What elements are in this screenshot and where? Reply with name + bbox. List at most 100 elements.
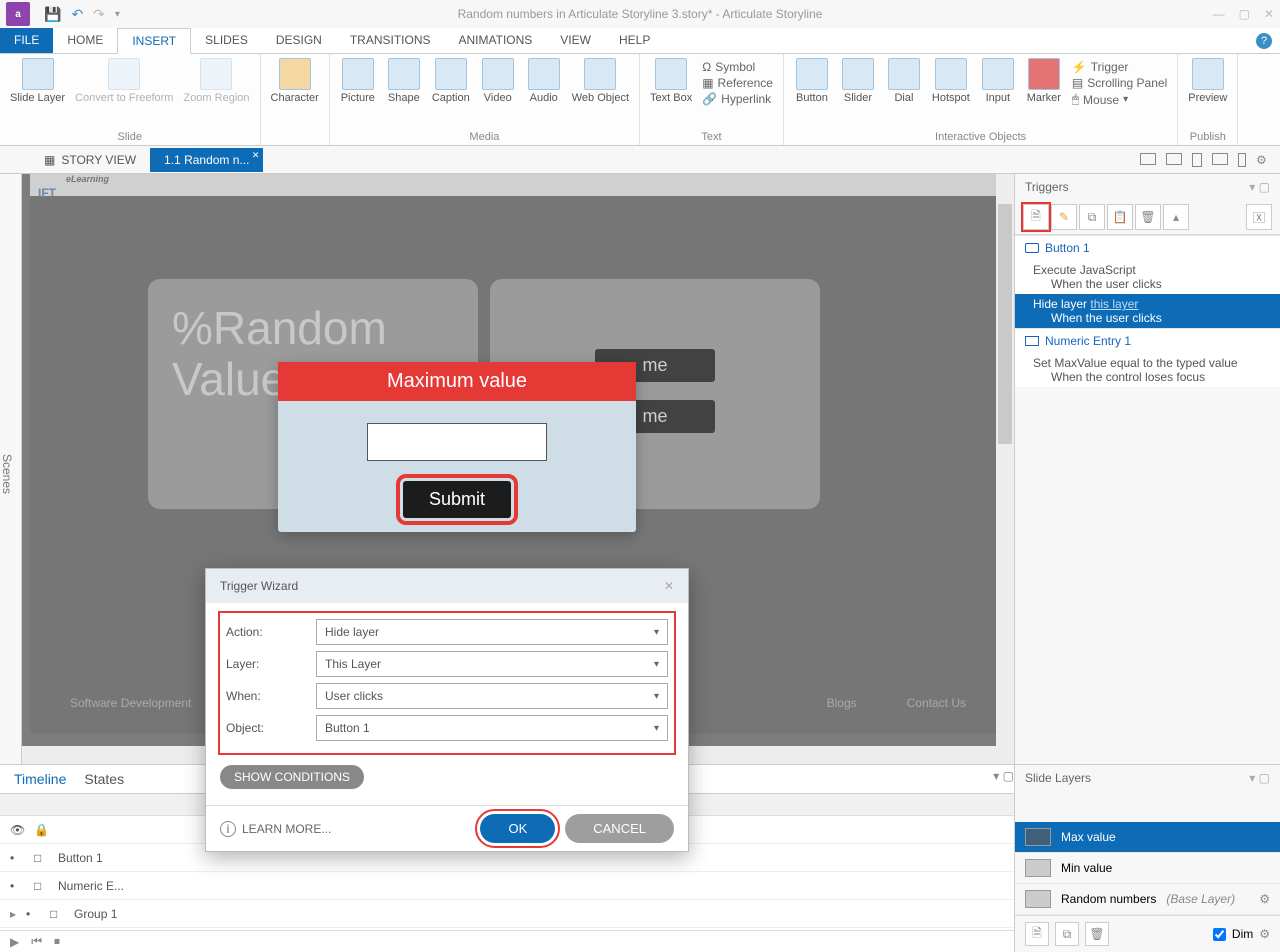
slide-tab[interactable]: 1.1 Random n...✕ xyxy=(150,148,263,172)
maximize-button[interactable]: ▢ xyxy=(1239,7,1250,21)
button-button[interactable]: Button xyxy=(790,56,834,111)
hotspot-button[interactable]: Hotspot xyxy=(928,56,974,111)
preview-button[interactable]: Preview xyxy=(1184,56,1231,106)
save-icon[interactable]: 💾 xyxy=(44,6,61,23)
mouse-button[interactable]: 🖱Mouse▾ xyxy=(1072,92,1167,107)
panel-menu-icon[interactable]: ▾ ▢ xyxy=(1249,180,1270,194)
eye-icon[interactable]: 👁 xyxy=(10,823,24,837)
transitions-tab[interactable]: TRANSITIONS xyxy=(336,28,445,53)
design-tab[interactable]: DESIGN xyxy=(262,28,336,53)
max-value-input[interactable] xyxy=(367,423,547,461)
layer-row-max[interactable]: Max value xyxy=(1015,822,1280,853)
gear-icon[interactable]: ⚙ xyxy=(1259,892,1270,906)
insert-tab[interactable]: INSERT xyxy=(117,28,191,54)
trigger-item[interactable]: Execute JavaScriptWhen the user clicks xyxy=(1015,260,1280,294)
this-layer-link[interactable]: this layer xyxy=(1090,297,1138,311)
timeline-row[interactable]: ▸•□Group 1 xyxy=(0,900,1014,928)
scenes-panel-collapsed[interactable]: Scenes xyxy=(0,174,22,764)
story-view-tab[interactable]: ▦STORY VIEW xyxy=(30,148,150,172)
cancel-button[interactable]: CANCEL xyxy=(565,814,674,843)
trigger-item[interactable]: Set MaxValue equal to the typed valueWhe… xyxy=(1015,353,1280,387)
slides-tab[interactable]: SLIDES xyxy=(191,28,262,53)
close-icon[interactable]: ✕ xyxy=(252,150,260,161)
show-conditions-button[interactable]: SHOW CONDITIONS xyxy=(220,765,364,789)
view-desktop-icon[interactable] xyxy=(1140,153,1156,165)
delete-trigger-button[interactable]: 🗑 xyxy=(1135,204,1161,230)
variables-button[interactable]: 🅇 xyxy=(1246,204,1272,230)
duplicate-layer-button[interactable]: ⧉ xyxy=(1055,922,1079,946)
trigger-object-numeric[interactable]: Numeric Entry 1 xyxy=(1015,328,1280,353)
stop-icon[interactable]: ⏹ xyxy=(54,934,60,949)
close-icon[interactable]: ✕ xyxy=(664,579,674,593)
qat-dropdown-icon[interactable]: ▾ xyxy=(115,9,120,20)
copy-trigger-button[interactable]: ⧉ xyxy=(1079,204,1105,230)
timeline-row[interactable]: •□Numeric E... xyxy=(0,872,1014,900)
slide-layer-button[interactable]: Slide Layer xyxy=(6,56,69,106)
delete-layer-button[interactable]: 🗑 xyxy=(1085,922,1109,946)
lock-icon[interactable]: 🔒 xyxy=(34,823,48,837)
settings-icon[interactable]: ⚙ xyxy=(1256,153,1272,165)
scrolling-panel-button[interactable]: ▤Scrolling Panel xyxy=(1072,76,1167,90)
symbol-button[interactable]: ΩSymbol xyxy=(702,60,773,74)
audio-button[interactable]: Audio xyxy=(522,56,566,106)
dial-button[interactable]: Dial xyxy=(882,56,926,111)
marker-button[interactable]: Marker xyxy=(1022,56,1066,111)
view-tablet-portrait-icon[interactable] xyxy=(1192,153,1202,167)
paste-trigger-button[interactable]: 📋 xyxy=(1107,204,1133,230)
move-up-button[interactable]: ▴ xyxy=(1163,204,1189,230)
view-phone-portrait-icon[interactable] xyxy=(1238,153,1246,167)
layer-select[interactable]: This Layer▾ xyxy=(316,651,668,677)
home-tab[interactable]: HOME xyxy=(53,28,117,53)
vertical-scrollbar[interactable] xyxy=(996,174,1014,764)
dim-checkbox[interactable] xyxy=(1213,928,1226,941)
character-button[interactable]: Character xyxy=(267,56,323,106)
web-object-button[interactable]: Web Object xyxy=(568,56,633,106)
close-button[interactable]: ✕ xyxy=(1264,7,1274,21)
zoom-region-button[interactable]: Zoom Region xyxy=(179,56,253,106)
view-phone-landscape-icon[interactable] xyxy=(1212,153,1228,165)
footer-left: Software Development xyxy=(70,696,191,710)
video-button[interactable]: Video xyxy=(476,56,520,106)
panel-menu-icon[interactable]: ▾ ▢ xyxy=(1249,771,1270,785)
group-label: Publish xyxy=(1184,129,1231,145)
view-tab[interactable]: VIEW xyxy=(546,28,605,53)
learn-more-link[interactable]: iLEARN MORE... xyxy=(220,821,331,837)
ok-button[interactable]: OK xyxy=(480,814,555,843)
play-icon[interactable]: ▶ xyxy=(10,935,19,949)
new-layer-button[interactable]: 🗎 xyxy=(1025,922,1049,946)
hyperlink-button[interactable]: 🔗Hyperlink xyxy=(702,92,773,106)
convert-freeform-button[interactable]: Convert to Freeform xyxy=(71,56,177,106)
layer-row-min[interactable]: Min value xyxy=(1015,853,1280,884)
object-select[interactable]: Button 1▾ xyxy=(316,715,668,741)
help-icon[interactable]: ? xyxy=(1256,33,1272,49)
trigger-button[interactable]: ⚡Trigger xyxy=(1072,60,1167,74)
when-select[interactable]: User clicks▾ xyxy=(316,683,668,709)
minimize-button[interactable]: — xyxy=(1213,7,1225,21)
input-button[interactable]: Input xyxy=(976,56,1020,111)
file-tab[interactable]: FILE xyxy=(0,28,53,53)
edit-trigger-button[interactable]: ✎ xyxy=(1051,204,1077,230)
slider-button[interactable]: Slider xyxy=(836,56,880,111)
states-tab[interactable]: States xyxy=(84,771,124,787)
caption-button[interactable]: Caption xyxy=(428,56,474,106)
timeline-tab[interactable]: Timeline xyxy=(14,771,66,787)
trigger-object-button1[interactable]: Button 1 xyxy=(1015,235,1280,260)
undo-icon[interactable]: ↶ xyxy=(71,6,83,23)
help-tab[interactable]: HELP xyxy=(605,28,664,53)
info-icon: i xyxy=(220,821,236,837)
rewind-icon[interactable]: ⏮ xyxy=(31,934,42,949)
picture-button[interactable]: Picture xyxy=(336,56,380,106)
trigger-item-selected[interactable]: Hide layer this layerWhen the user click… xyxy=(1015,294,1280,328)
text-box-button[interactable]: Text Box xyxy=(646,56,696,110)
shape-button[interactable]: Shape xyxy=(382,56,426,106)
submit-button[interactable]: Submit xyxy=(403,481,511,518)
action-select[interactable]: Hide layer▾ xyxy=(316,619,668,645)
layer-settings-icon[interactable]: ⚙ xyxy=(1259,927,1270,941)
redo-icon[interactable]: ↷ xyxy=(93,6,105,23)
animations-tab[interactable]: ANIMATIONS xyxy=(445,28,547,53)
layer-row-base[interactable]: Random numbers (Base Layer)⚙ xyxy=(1015,884,1280,915)
new-trigger-button[interactable]: 🗎 xyxy=(1023,204,1049,230)
reference-button[interactable]: ▦Reference xyxy=(702,76,773,90)
panel-options-icon[interactable]: ▾ ▢ xyxy=(993,769,1014,783)
view-tablet-landscape-icon[interactable] xyxy=(1166,153,1182,165)
